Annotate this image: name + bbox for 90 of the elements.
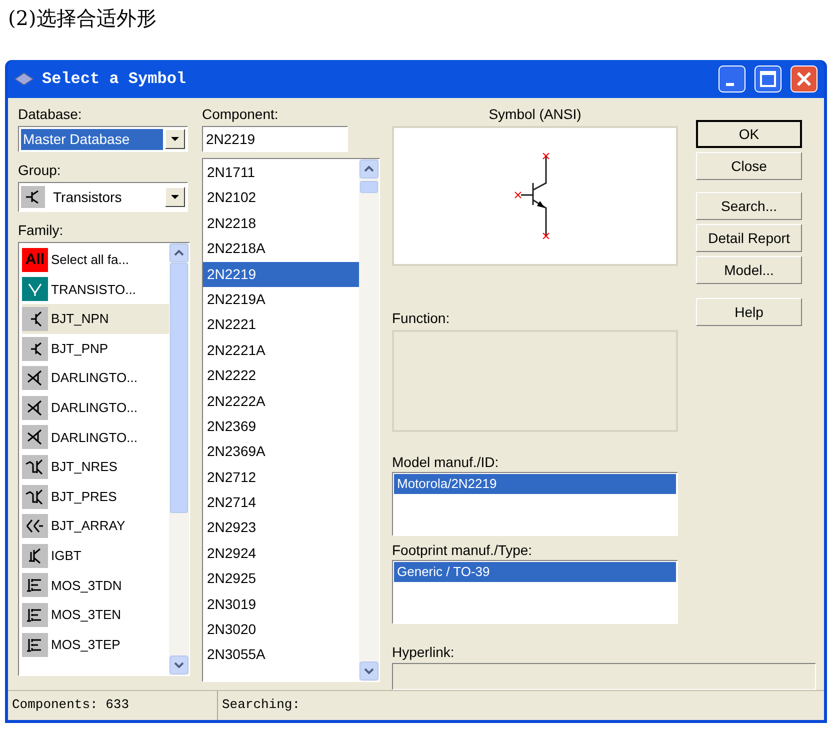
family-label: Family:: [18, 221, 64, 240]
dialog-button[interactable]: Help: [696, 298, 802, 326]
transistor-icon: [22, 454, 48, 479]
component-item[interactable]: 2N3019: [203, 592, 359, 618]
minimize-button[interactable]: [718, 65, 746, 93]
list-item[interactable]: Motorola/2N2219: [394, 474, 676, 494]
family-item[interactable]: BJT_PNP: [22, 334, 169, 364]
dialog-button[interactable]: Search...: [696, 192, 802, 220]
family-item[interactable]: MOS_3TEP: [22, 630, 169, 660]
component-item[interactable]: 2N1711: [203, 160, 359, 186]
transistor-icon: [22, 573, 48, 598]
transistor-icon: [22, 366, 48, 390]
component-item[interactable]: 2N2219A: [203, 286, 359, 312]
family-item[interactable]: All Select all fa...: [22, 245, 169, 275]
database-dropdown[interactable]: Master Database: [18, 126, 188, 152]
family-item[interactable]: DARLINGTO...: [22, 392, 169, 423]
dropdown-button[interactable]: [165, 187, 185, 207]
transistor-icon: [22, 632, 48, 657]
function-label: Function:: [392, 309, 451, 328]
component-item[interactable]: 2N2222A: [203, 388, 359, 414]
list-item[interactable]: Generic / TO-39: [394, 562, 676, 582]
hyperlink-field[interactable]: [392, 663, 816, 690]
component-item[interactable]: 2N2219: [203, 262, 359, 287]
family-item[interactable]: IGBT: [22, 540, 169, 571]
status-text: Searching:: [221, 696, 302, 714]
transistor-icon: [22, 544, 48, 568]
dropdown-button[interactable]: [165, 129, 185, 149]
component-item[interactable]: 2N2221: [203, 312, 359, 338]
family-item[interactable]: BJT_NRES: [22, 452, 169, 482]
scroll-thumb[interactable]: [360, 181, 378, 193]
component-item[interactable]: 2N2222: [203, 363, 359, 389]
scroll-up-icon[interactable]: [359, 159, 379, 179]
dialog-button[interactable]: Detail Report: [696, 224, 802, 252]
family-item[interactable]: BJT_NPN: [22, 304, 169, 334]
transistor-icon: [22, 602, 48, 627]
family-item[interactable]: DARLINGTO...: [22, 363, 169, 393]
model-label: Model manuf./ID:: [392, 453, 500, 472]
component-item[interactable]: 2N2218A: [203, 236, 359, 262]
group-label: Group:: [18, 161, 62, 180]
scroll-down-icon[interactable]: [359, 661, 379, 681]
scroll-thumb[interactable]: [170, 263, 188, 513]
caption: (2)选择合适外形: [7, 5, 158, 32]
symbol-label: Symbol (ANSI): [488, 105, 582, 124]
group-dropdown[interactable]: Transistors: [18, 182, 188, 212]
component-item[interactable]: 2N2925: [203, 566, 359, 592]
scrollbar[interactable]: [169, 243, 189, 675]
component-item[interactable]: 2N2923: [203, 515, 359, 541]
transistor-icon: [22, 484, 48, 509]
family-item[interactable]: TRANSISTO...: [22, 274, 169, 304]
component-item[interactable]: 2N3055A: [203, 642, 359, 668]
component-item[interactable]: 2N2221A: [203, 338, 359, 364]
dialog-button[interactable]: Close: [696, 152, 802, 180]
app-icon: [14, 72, 34, 86]
transistor-icon: [22, 514, 48, 538]
maximize-button[interactable]: [754, 65, 782, 93]
hyperlink-label: Hyperlink:: [392, 643, 456, 662]
scroll-down-icon[interactable]: [169, 655, 189, 675]
component-item[interactable]: 2N2714: [203, 490, 359, 516]
all-badge: All: [22, 248, 48, 272]
family-item[interactable]: BJT_PRES: [22, 482, 169, 512]
dialog-button[interactable]: OK: [696, 120, 802, 148]
scroll-up-icon[interactable]: [169, 243, 189, 263]
window-title: Select a Symbol: [42, 69, 188, 90]
family-item[interactable]: MOS_3TDN: [22, 570, 169, 600]
family-item[interactable]: DARLINGTO...: [22, 422, 169, 452]
component-field[interactable]: 2N2219: [202, 126, 348, 152]
caret-icon: [171, 195, 179, 199]
close-button[interactable]: [790, 65, 818, 93]
family-item[interactable]: BJT_ARRAY: [22, 511, 169, 541]
transistor-icon: [22, 277, 48, 302]
component-item[interactable]: 2N2369: [203, 414, 359, 440]
component-item[interactable]: 2N2218: [203, 210, 359, 236]
dialog-button[interactable]: Model...: [696, 256, 802, 284]
component-item[interactable]: 2N2924: [203, 540, 359, 566]
component-item[interactable]: 2N3020: [203, 617, 359, 642]
transistor-icon: [22, 425, 48, 450]
status-text: Components: 633: [8, 691, 218, 720]
transistor-icon: [21, 186, 45, 208]
database-label: Database:: [18, 105, 83, 124]
footprint-label: Footprint manuf./Type:: [392, 541, 534, 560]
component-label: Component:: [202, 105, 280, 124]
component-item[interactable]: 2N2712: [203, 464, 359, 490]
family-item[interactable]: MOS_3TEN: [22, 600, 169, 630]
scrollbar[interactable]: [359, 159, 379, 681]
transistor-icon: [22, 336, 48, 361]
component-item[interactable]: 2N2102: [203, 185, 359, 211]
transistor-icon: [22, 306, 48, 331]
caret-icon: [171, 137, 179, 141]
transistor-icon: [22, 396, 48, 420]
component-item[interactable]: 2N2369A: [203, 439, 359, 465]
